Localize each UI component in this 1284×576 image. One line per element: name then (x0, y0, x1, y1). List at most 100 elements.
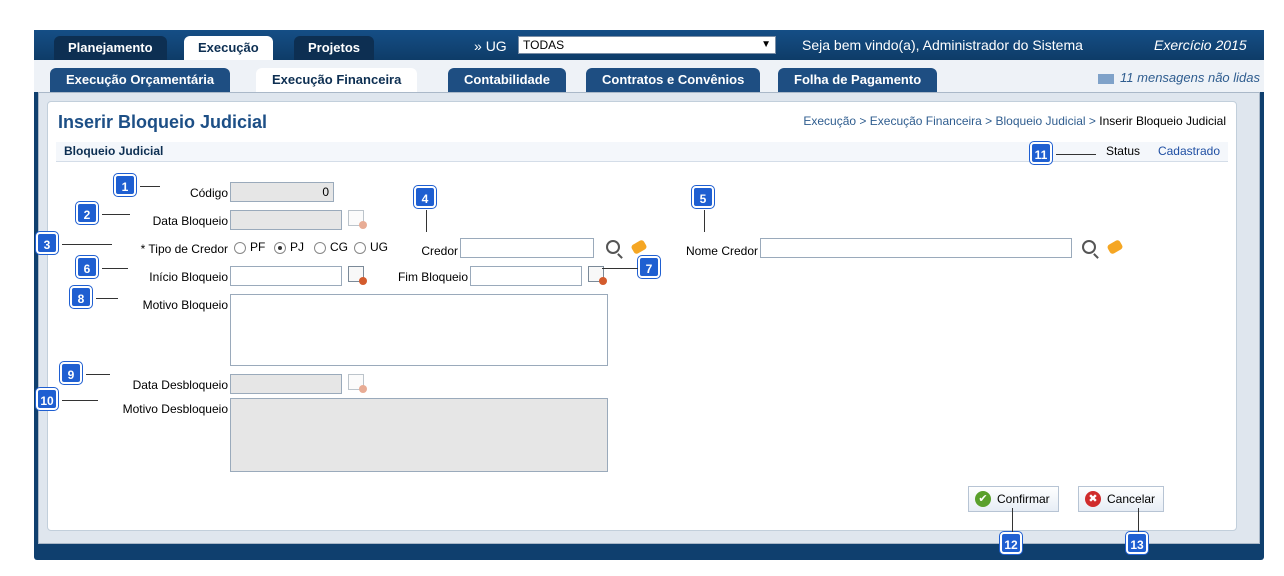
subtab-contabilidade[interactable]: Contabilidade (448, 68, 566, 92)
calendar-icon[interactable] (348, 266, 367, 285)
codigo-field: 0 (230, 182, 334, 202)
callout-leader (1138, 508, 1139, 532)
callout-leader (62, 400, 98, 401)
subtab-execucao-orcamentaria[interactable]: Execução Orçamentária (50, 68, 231, 92)
callout-badge: 11 (1030, 142, 1052, 164)
section-title: Bloqueio Judicial (64, 144, 164, 158)
ug-select[interactable]: TODAS ▼ (518, 36, 776, 54)
subtab-label: Execução Orçamentária (66, 72, 215, 87)
subtab-folha-pagamento[interactable]: Folha de Pagamento (778, 68, 938, 92)
tab-label: Projetos (308, 40, 361, 55)
subtab-label: Folha de Pagamento (794, 72, 922, 87)
motivo-desbloqueio-textarea (230, 398, 608, 472)
subtab-contratos-convenios[interactable]: Contratos e Convênios (586, 68, 761, 92)
page-title: Inserir Bloqueio Judicial (58, 112, 268, 132)
data-desbloqueio-field (230, 374, 342, 394)
credor-input[interactable] (460, 238, 594, 258)
data-bloqueio-field (230, 210, 342, 230)
callout-leader (602, 268, 638, 269)
calendar-icon (348, 374, 367, 393)
inicio-bloqueio-label: Início Bloqueio (149, 270, 228, 284)
subtab-label: Contratos e Convênios (602, 72, 745, 87)
callout-badge: 3 (36, 232, 58, 254)
confirm-button[interactable]: Confirmar (968, 486, 1059, 512)
ug-selected-value: TODAS (523, 38, 565, 52)
eraser-icon[interactable] (630, 239, 648, 255)
motivo-bloqueio-label: Motivo Bloqueio (142, 298, 228, 312)
messages-text: 11 mensagens não lidas (1120, 70, 1260, 85)
callout-badge: 5 (692, 186, 714, 208)
motivo-bloqueio-textarea[interactable] (230, 294, 608, 366)
data-desbloqueio-label: Data Desbloqueio (132, 378, 228, 392)
radio-cg-label: CG (330, 240, 348, 254)
breadcrumb-item[interactable]: Execução (803, 114, 856, 128)
tab-planejamento[interactable]: Planejamento (54, 36, 167, 60)
tab-execucao[interactable]: Execução (184, 36, 273, 60)
search-icon[interactable] (606, 240, 620, 254)
callout-leader (1056, 154, 1096, 155)
callout-leader (704, 210, 705, 232)
codigo-label: Código (189, 186, 228, 200)
motivo-desbloqueio-label: Motivo Desbloqueio (122, 402, 228, 416)
ug-prefix: » (474, 38, 482, 54)
credor-label: Credor (421, 244, 458, 258)
sub-nav: Execução Orçamentária Execução Financeir… (34, 60, 1264, 92)
breadcrumb-item[interactable]: Execução Financeira (870, 114, 982, 128)
search-icon[interactable] (1082, 240, 1096, 254)
tab-projetos[interactable]: Projetos (294, 36, 375, 60)
radio-pj-label: PJ (290, 240, 305, 254)
chevron-down-icon: ▼ (761, 39, 771, 50)
callout-badge: 10 (36, 388, 58, 410)
callout-badge: 6 (76, 256, 98, 278)
callout-leader (426, 210, 427, 232)
radio-cg[interactable] (314, 242, 326, 254)
breadcrumb: Execução > Execução Financeira > Bloquei… (803, 114, 1226, 128)
ug-label-text: UG (485, 38, 507, 54)
callout-leader (62, 244, 112, 245)
status-label: Status (1105, 144, 1140, 158)
radio-pf-label: PF (250, 240, 266, 254)
exercicio-label[interactable]: Exercício 2015 (1154, 37, 1247, 53)
callout-leader (140, 186, 160, 187)
callout-leader (1012, 508, 1013, 532)
callout-badge: 12 (1000, 532, 1022, 554)
callout-badge: 13 (1126, 532, 1148, 554)
subtab-label: Contabilidade (464, 72, 550, 87)
top-nav: Planejamento Execução Projetos » UG TODA… (34, 30, 1264, 60)
callout-badge: 7 (638, 256, 660, 278)
callout-badge: 2 (76, 202, 98, 224)
messages-link[interactable]: 11 mensagens não lidas (1098, 70, 1260, 85)
callout-badge: 8 (70, 286, 92, 308)
nome-credor-input[interactable] (760, 238, 1072, 258)
confirm-label: Confirmar (997, 492, 1050, 506)
inicio-bloqueio-input[interactable] (230, 266, 342, 286)
subtab-label: Execução Financeira (272, 72, 402, 87)
status-value: Cadastrado (1157, 144, 1220, 158)
callout-leader (86, 374, 110, 375)
callout-leader (102, 268, 128, 269)
tab-label: Execução (198, 40, 259, 55)
nome-credor-label: Nome Credor (685, 244, 758, 258)
fim-bloqueio-input[interactable] (470, 266, 582, 286)
radio-ug[interactable] (354, 242, 366, 254)
breadcrumb-current: Inserir Bloqueio Judicial (1099, 114, 1226, 128)
envelope-icon (1098, 73, 1115, 84)
section-header: Bloqueio Judicial Status Cadastrado (56, 142, 1228, 162)
callout-badge: 1 (114, 174, 136, 196)
data-bloqueio-label: Data Bloqueio (152, 214, 228, 228)
ug-label: » UG (474, 38, 507, 54)
tab-label: Planejamento (68, 40, 153, 55)
form-panel: Inserir Bloqueio Judicial Execução > Exe… (47, 101, 1237, 531)
content-area: Inserir Bloqueio Judicial Execução > Exe… (38, 92, 1260, 544)
cancel-button[interactable]: Cancelar (1078, 486, 1165, 512)
app-frame: Planejamento Execução Projetos » UG TODA… (34, 30, 1264, 560)
callout-leader (102, 214, 130, 215)
radio-pf[interactable] (234, 242, 246, 254)
callout-leader (96, 298, 118, 299)
radio-pj[interactable] (274, 242, 286, 254)
breadcrumb-item[interactable]: Bloqueio Judicial (996, 114, 1086, 128)
radio-ug-label: UG (370, 240, 388, 254)
welcome-text: Seja bem vindo(a), Administrador do Sist… (802, 37, 1083, 53)
eraser-icon[interactable] (1106, 239, 1124, 255)
subtab-execucao-financeira[interactable]: Execução Financeira (256, 68, 418, 92)
